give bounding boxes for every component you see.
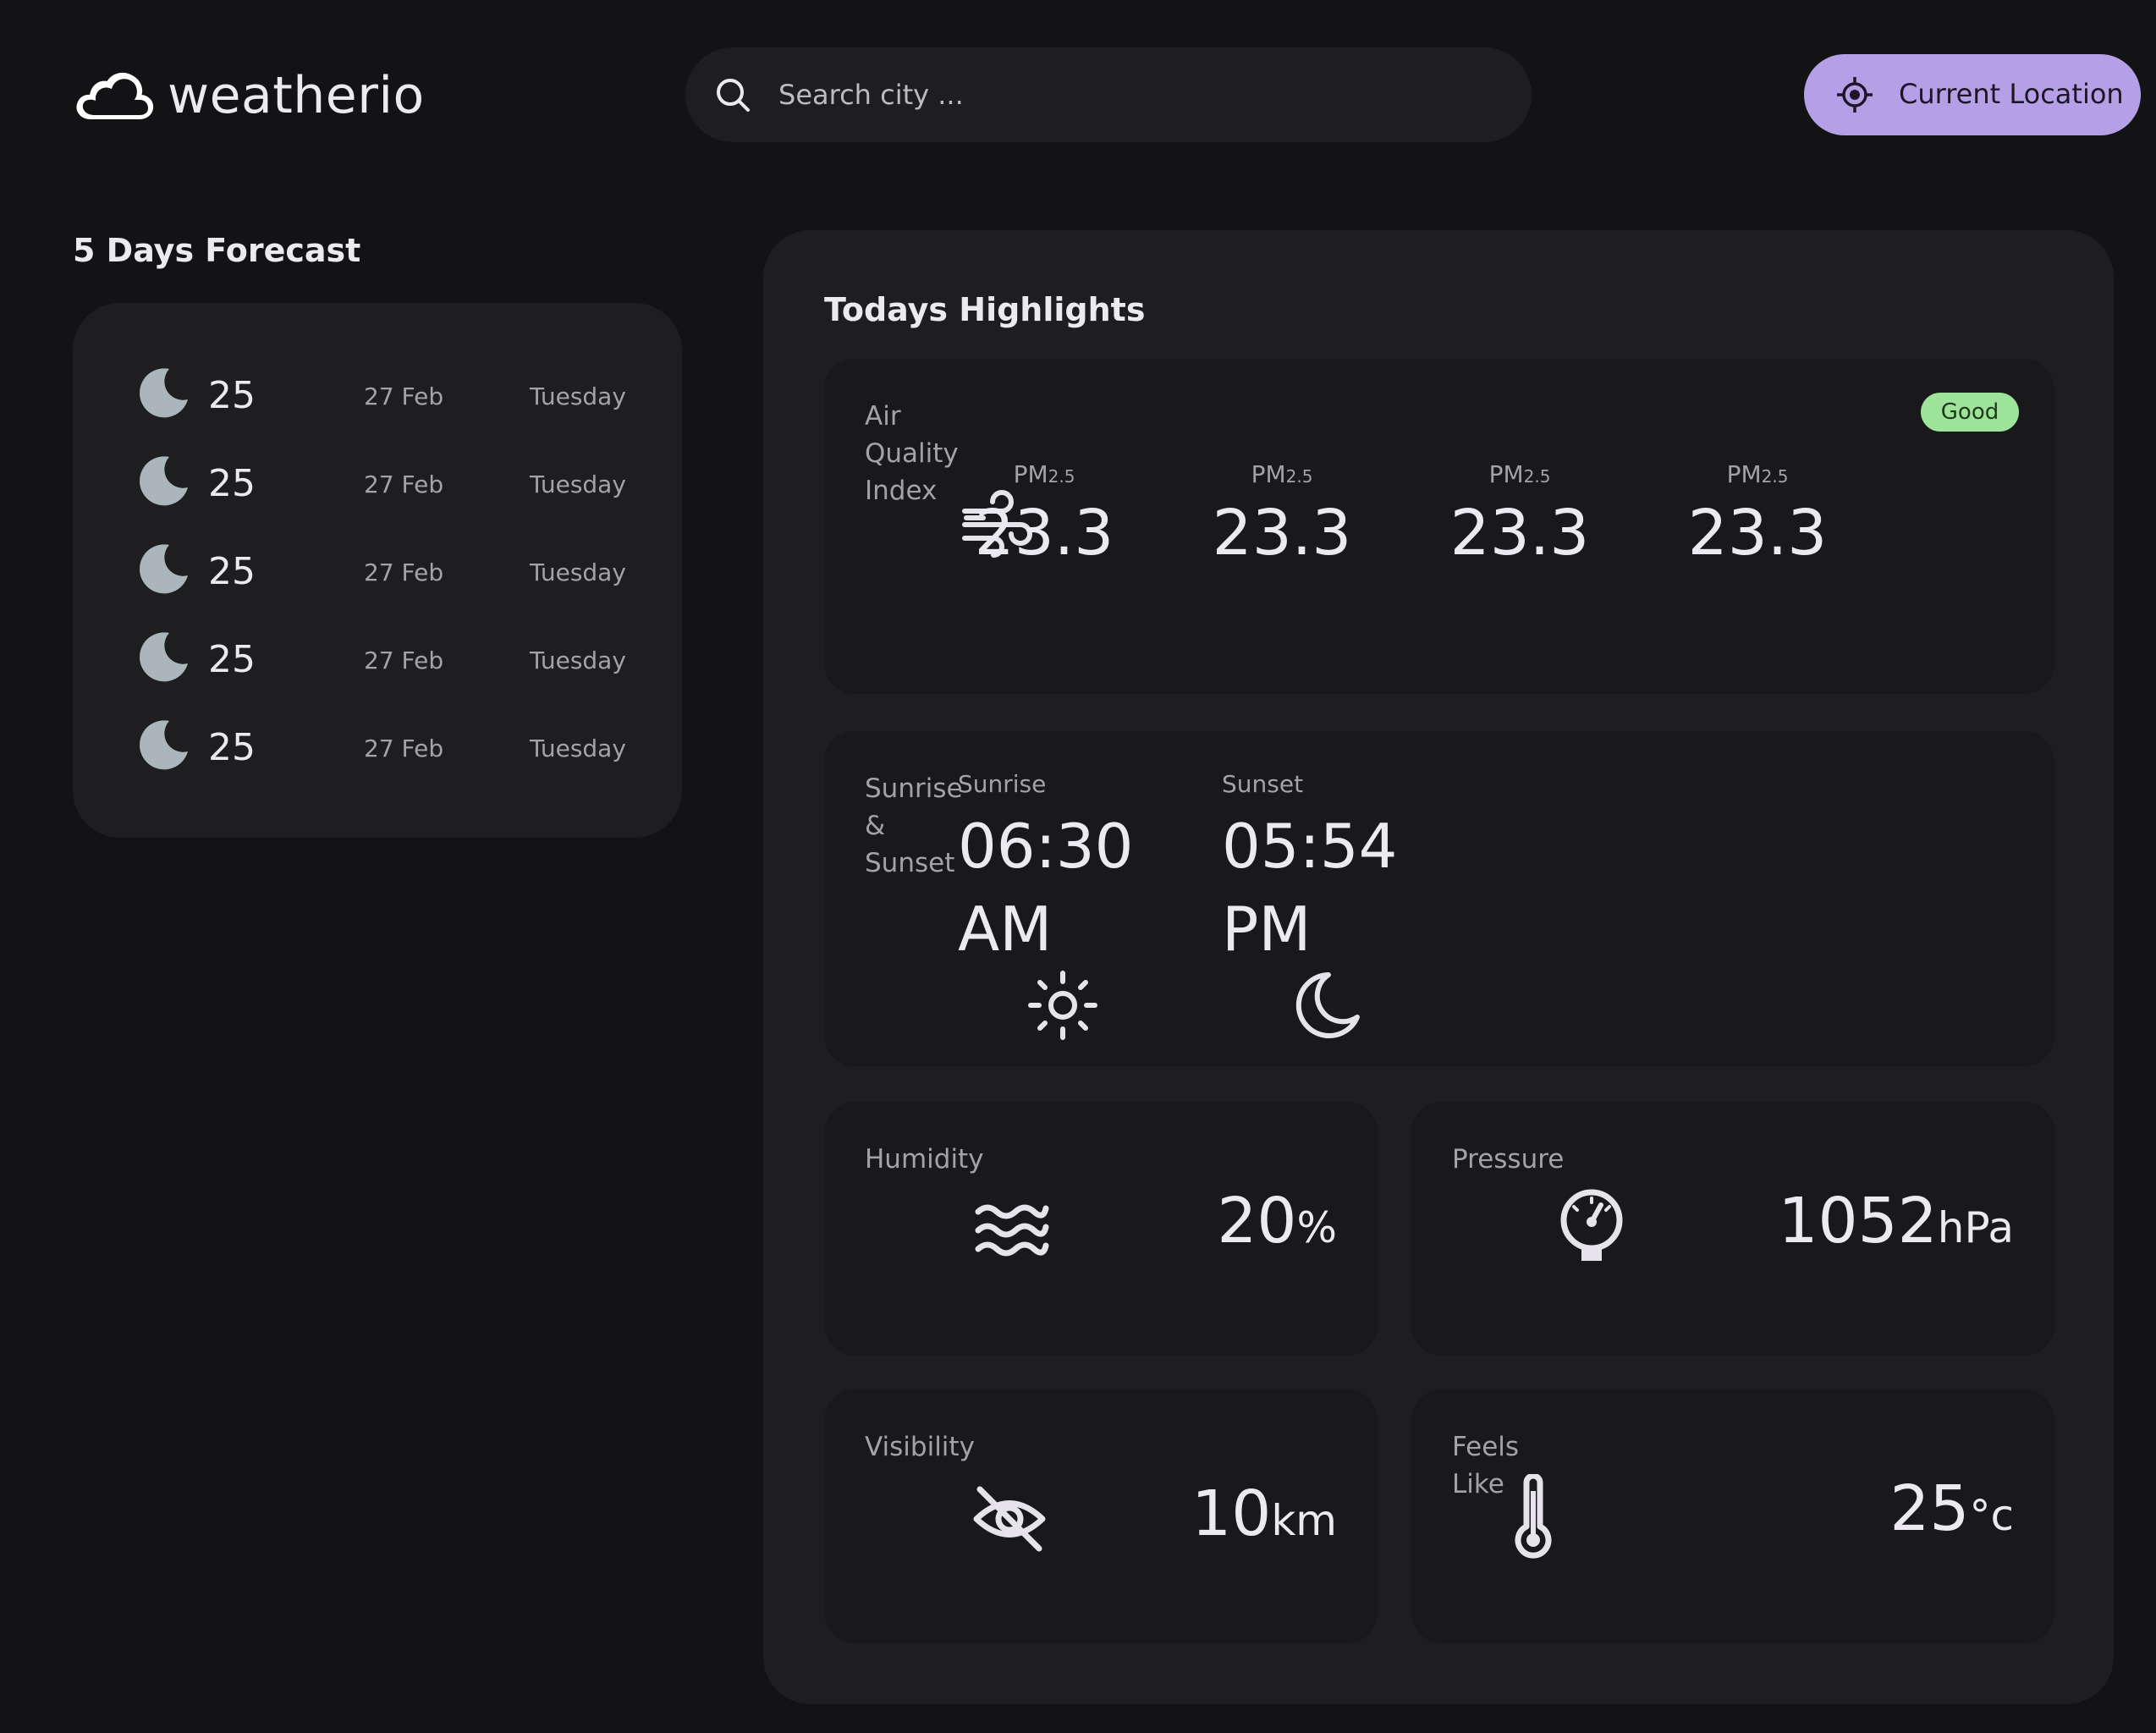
forecast-card: 25 27 Feb Tuesday 25 27 Feb Tuesday 25 2… (73, 303, 682, 838)
moon-outline-icon (1295, 972, 1360, 1038)
highlights-panel: Todays Highlights Air Quality Index Good… (763, 230, 2114, 1704)
aqi-card: Air Quality Index Good PM2.5 23.3 PM2.5 … (824, 359, 2054, 694)
search-input[interactable] (778, 47, 1506, 142)
eye-off-icon (973, 1486, 1046, 1552)
forecast-date: 27 Feb (364, 558, 444, 586)
pressure-card: Pressure 1052hPa (1411, 1102, 2054, 1356)
humidity-number: 20 (1217, 1185, 1297, 1257)
aqi-item-sub: 2.5 (1523, 466, 1551, 487)
forecast-temp: 25 (208, 638, 256, 681)
forecast-row: 25 27 Feb Tuesday (73, 452, 682, 511)
sun-icon (1028, 971, 1097, 1040)
search-icon[interactable] (714, 76, 751, 113)
sunrise-time: 06:30 AM (958, 811, 1134, 965)
current-location-button[interactable]: Current Location (1804, 54, 2141, 135)
moon-icon (140, 720, 188, 770)
forecast-date: 27 Feb (364, 734, 444, 762)
app-logo[interactable]: weatherio (73, 66, 425, 125)
forecast-weekday: Tuesday (530, 558, 626, 586)
sunrise-sunset-label: Sunrise & Sunset (865, 773, 963, 878)
feels-like-number: 25 (1889, 1472, 1970, 1545)
app-name: weatherio (168, 66, 425, 125)
aqi-item-name: PM (1013, 460, 1048, 488)
visibility-number: 10 (1191, 1477, 1272, 1550)
cloud-icon (76, 72, 154, 119)
sunrise-label: Sunrise (958, 770, 1047, 798)
pressure-label: Pressure (1452, 1144, 1565, 1175)
visibility-label: Visibility (865, 1432, 975, 1462)
sunrise-sunset-card: Sunrise & Sunset Sunrise 06:30 AM Sunset… (824, 731, 2054, 1066)
aqi-item-value: 23.3 (1449, 497, 1590, 569)
highlights-title: Todays Highlights (824, 291, 1146, 328)
aqi-item-value: 23.3 (974, 497, 1114, 569)
forecast-date: 27 Feb (364, 382, 444, 410)
forecast-temp: 25 (208, 726, 256, 769)
visibility-value: 10km (1191, 1477, 1337, 1550)
moon-icon (140, 368, 188, 418)
humidity-value: 20% (1217, 1185, 1337, 1257)
feels-like-unit: °c (1969, 1491, 2015, 1540)
aqi-item-sub: 2.5 (1285, 466, 1313, 487)
forecast-temp: 25 (208, 374, 256, 417)
aqi-item-sub: 2.5 (1761, 466, 1789, 487)
aqi-item-name: PM (1251, 460, 1286, 488)
sunset-block: Sunset 05:54 PM (1222, 770, 1476, 971)
current-location-label: Current Location (1899, 78, 2124, 110)
forecast-weekday: Tuesday (530, 470, 626, 498)
crosshair-icon (1837, 77, 1873, 113)
aqi-item-value: 23.3 (1687, 497, 1828, 569)
humidity-label: Humidity (865, 1144, 984, 1175)
visibility-card: Visibility 10km (824, 1389, 1378, 1643)
pressure-unit: hPa (1937, 1203, 2014, 1252)
feels-like-value: 25°c (1889, 1472, 2014, 1545)
humidity-unit: % (1296, 1203, 1337, 1252)
forecast-temp: 25 (208, 462, 256, 505)
aqi-item-value: 23.3 (1212, 497, 1352, 569)
search-bar (685, 47, 1532, 142)
forecast-row: 25 27 Feb Tuesday (73, 716, 682, 775)
humidity-card: Humidity 20% (824, 1102, 1378, 1356)
forecast-weekday: Tuesday (530, 646, 626, 674)
gauge-icon (1560, 1189, 1623, 1261)
aqi-item-name: PM (1726, 460, 1762, 488)
forecast-row: 25 27 Feb Tuesday (73, 540, 682, 599)
forecast-weekday: Tuesday (530, 382, 626, 410)
waves-icon (975, 1204, 1049, 1257)
moon-icon (140, 632, 188, 682)
moon-icon (140, 544, 188, 594)
feels-like-card: Feels Like 25°c (1411, 1389, 2054, 1643)
aqi-item: PM2.5 23.3 (1427, 460, 1613, 569)
pressure-number: 1052 (1778, 1185, 1938, 1257)
sunset-time: 05:54 PM (1222, 811, 1398, 965)
forecast-title: 5 Days Forecast (73, 232, 361, 269)
aqi-item-sub: 2.5 (1048, 466, 1075, 487)
forecast-date: 27 Feb (364, 470, 444, 498)
forecast-row: 25 27 Feb Tuesday (73, 364, 682, 423)
forecast-row: 25 27 Feb Tuesday (73, 628, 682, 687)
pressure-value: 1052hPa (1778, 1185, 2014, 1257)
forecast-temp: 25 (208, 550, 256, 593)
sunrise-block: Sunrise 06:30 AM (958, 770, 1212, 971)
moon-icon (140, 456, 188, 506)
aqi-item-name: PM (1488, 460, 1524, 488)
forecast-date: 27 Feb (364, 646, 444, 674)
aqi-item: PM2.5 23.3 (951, 460, 1137, 569)
forecast-weekday: Tuesday (530, 734, 626, 762)
sunset-label: Sunset (1222, 770, 1304, 798)
aqi-status-badge: Good (1921, 393, 2019, 432)
aqi-item: PM2.5 23.3 (1189, 460, 1375, 569)
visibility-unit: km (1271, 1496, 1337, 1545)
thermometer-icon (1515, 1474, 1552, 1559)
aqi-item: PM2.5 23.3 (1664, 460, 1851, 569)
